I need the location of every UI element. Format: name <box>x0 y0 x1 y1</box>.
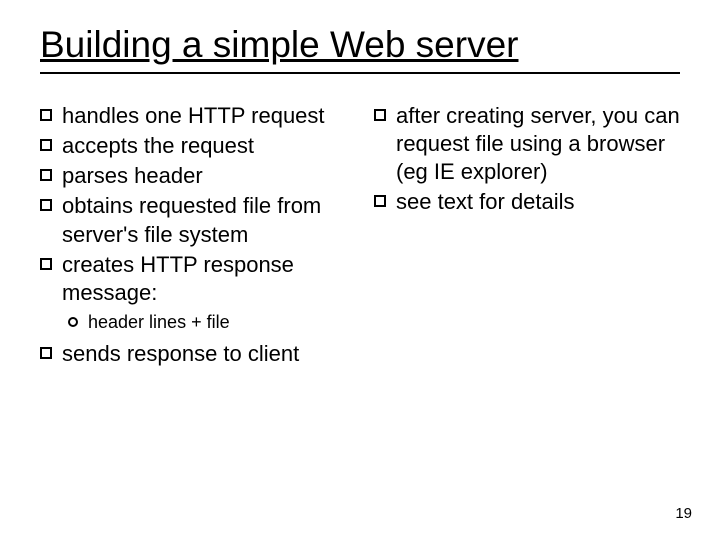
circle-bullet-icon <box>68 317 78 327</box>
slide-title: Building a simple Web server <box>40 24 680 66</box>
list-item: creates HTTP response message: <box>40 251 346 307</box>
square-bullet-icon <box>374 195 386 207</box>
left-column: handles one HTTP request accepts the req… <box>40 102 346 371</box>
square-bullet-icon <box>374 109 386 121</box>
list-item-text: handles one HTTP request <box>62 102 325 130</box>
list-item-text: after creating server, you can request f… <box>396 102 680 186</box>
square-bullet-icon <box>40 199 52 211</box>
list-item: accepts the request <box>40 132 346 160</box>
right-column: after creating server, you can request f… <box>374 102 680 371</box>
square-bullet-icon <box>40 109 52 121</box>
square-bullet-icon <box>40 139 52 151</box>
list-item: sends response to client <box>40 340 346 368</box>
list-item: after creating server, you can request f… <box>374 102 680 186</box>
list-item: parses header <box>40 162 346 190</box>
square-bullet-icon <box>40 258 52 270</box>
sub-list-item: header lines + file <box>68 311 346 334</box>
list-item-text: obtains requested file from server's fil… <box>62 192 346 248</box>
list-item-text: parses header <box>62 162 203 190</box>
list-item-text: creates HTTP response message: <box>62 251 346 307</box>
title-underline-rule <box>40 72 680 74</box>
page-number: 19 <box>675 505 692 522</box>
square-bullet-icon <box>40 169 52 181</box>
square-bullet-icon <box>40 347 52 359</box>
list-item-text: sends response to client <box>62 340 299 368</box>
sub-list-item-text: header lines + file <box>88 311 230 334</box>
list-item: see text for details <box>374 188 680 216</box>
list-item-text: accepts the request <box>62 132 254 160</box>
content-columns: handles one HTTP request accepts the req… <box>40 102 680 371</box>
list-item: handles one HTTP request <box>40 102 346 130</box>
list-item-text: see text for details <box>396 188 575 216</box>
list-item: obtains requested file from server's fil… <box>40 192 346 248</box>
